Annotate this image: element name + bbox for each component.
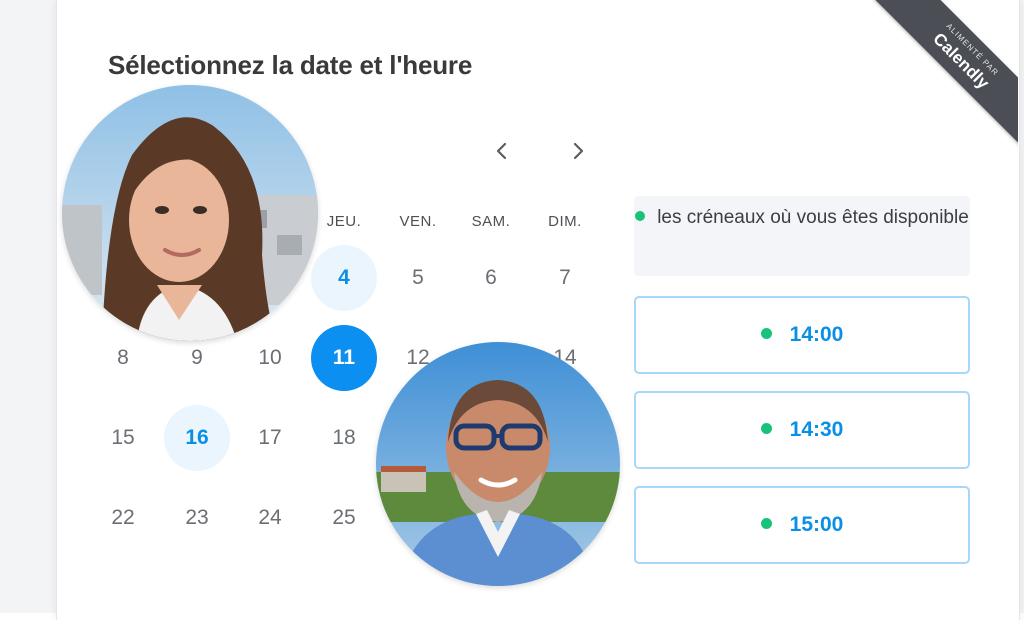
next-month-button[interactable] (564, 137, 592, 165)
chevron-right-icon (573, 142, 584, 160)
day-23: 23 (185, 506, 209, 529)
legend-text: les créneaux où vous êtes disponible (657, 207, 969, 228)
day-7: 7 (559, 266, 571, 289)
availability-legend: les créneaux où vous êtes disponible (634, 196, 970, 276)
day-18: 18 (332, 426, 356, 449)
day-8: 8 (117, 346, 129, 369)
day-4[interactable]: 4 (311, 245, 377, 311)
day-6: 6 (485, 266, 497, 289)
available-dot-icon (760, 422, 772, 434)
day-15: 15 (111, 426, 135, 449)
day-25: 25 (332, 506, 356, 529)
weekday-fri: VEN. (399, 213, 437, 230)
page-title: Sélectionnez la date et l'heure (108, 50, 473, 80)
day-10: 10 (258, 346, 282, 369)
day-22: 22 (111, 506, 135, 529)
day-5: 5 (412, 266, 424, 289)
time-slot-button[interactable]: 14:30 (634, 391, 970, 469)
available-dot-icon (760, 517, 772, 529)
time-slot-button[interactable]: 15:00 (634, 486, 970, 564)
time-slot-label: 14:30 (789, 418, 844, 441)
day-24: 24 (258, 506, 282, 529)
prev-month-button[interactable] (488, 137, 516, 165)
time-slot-label: 14:00 (789, 323, 844, 346)
time-slot-label: 15:00 (789, 513, 844, 536)
day-16[interactable]: 16 (164, 405, 230, 471)
host-avatar-man (376, 342, 620, 586)
host-avatar-woman (62, 85, 318, 341)
day-17: 17 (258, 426, 282, 449)
available-dot-icon (635, 210, 646, 221)
weekday-sun: DIM. (548, 213, 582, 230)
weekday-sat: SAM. (471, 213, 511, 230)
available-dot-icon (760, 327, 772, 339)
weekday-thu: JEU. (326, 213, 362, 230)
time-slot-button[interactable]: 14:00 (634, 296, 970, 374)
day-11[interactable]: 11 (311, 325, 377, 391)
powered-by-ribbon[interactable]: ALIMENTÉ PAR Calendly (858, 0, 1018, 160)
chevron-left-icon (496, 142, 507, 160)
